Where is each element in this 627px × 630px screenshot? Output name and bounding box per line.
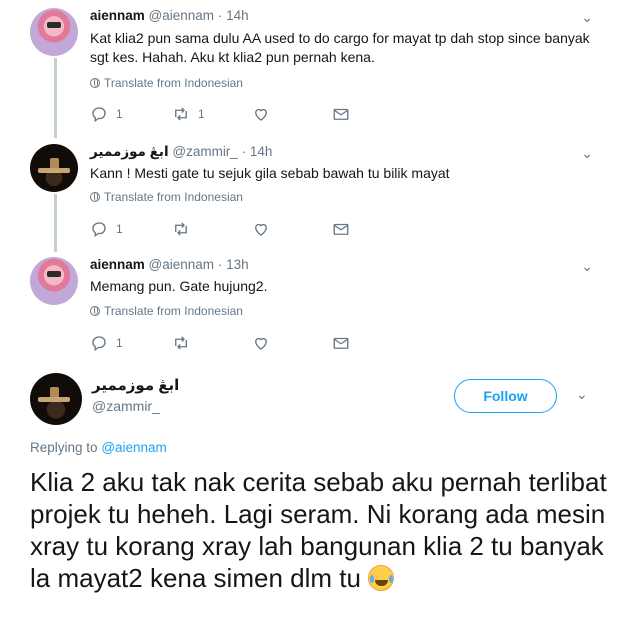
focal-tweet-text: Klia 2 aku tak nak cerita sebab aku pern… (30, 466, 610, 594)
message-button[interactable] (332, 334, 350, 352)
replying-to-link[interactable]: @aiennam (101, 440, 167, 455)
reply-tweet[interactable]: ابڠ موزممير @zammir_ · 14h ⌄ Kann ! Mest… (0, 138, 627, 252)
focal-text-body: Klia 2 aku tak nak cerita sebab aku pern… (30, 467, 607, 593)
translate-link[interactable]: Translate from Indonesian (90, 76, 243, 90)
retweet-icon (175, 107, 187, 121)
like-button[interactable] (252, 220, 270, 238)
tweet-actions: 1 (90, 220, 390, 238)
retweet-icon (175, 336, 187, 350)
chevron-down-icon[interactable]: ⌄ (581, 145, 593, 162)
reply-button[interactable]: 1 (90, 220, 123, 238)
handle[interactable]: @zammir_ (92, 398, 160, 414)
display-name[interactable]: aiennam (90, 257, 145, 272)
tweet-header: aiennam @aiennam · 14h (90, 8, 249, 23)
heart-icon (255, 223, 267, 236)
reply-tweet[interactable]: aiennam @aiennam · 14h ⌄ Kat klia2 pun s… (0, 0, 627, 138)
tweet-header: ابڠ موزممير @zammir_ · 14h (90, 144, 272, 160)
translate-label: Translate from Indonesian (104, 304, 243, 318)
reply-icon (92, 336, 106, 352)
avatar[interactable] (30, 144, 78, 192)
timestamp[interactable]: 13h (226, 257, 249, 272)
tweet-text: Kann ! Mesti gate tu sejuk gila sebab ba… (90, 165, 450, 181)
separator: · (217, 8, 223, 23)
translate-label: Translate from Indonesian (104, 190, 243, 204)
like-button[interactable] (252, 334, 270, 352)
retweet-count: 1 (198, 107, 205, 121)
display-name[interactable]: ابڠ موزممير (90, 144, 169, 159)
avatar[interactable] (30, 8, 78, 56)
envelope-icon (333, 223, 349, 235)
tweet-actions: 1 (90, 334, 390, 352)
tears-of-joy-emoji (368, 565, 395, 591)
retweet-button[interactable]: 1 (172, 105, 205, 123)
handle[interactable]: @aiennam (149, 8, 215, 23)
globe-icon (90, 192, 100, 202)
reply-button[interactable]: 1 (90, 105, 123, 123)
translate-link[interactable]: Translate from Indonesian (90, 304, 243, 318)
message-button[interactable] (332, 220, 350, 238)
reply-count: 1 (116, 336, 123, 350)
tweet-text: Memang pun. Gate hujung2. (90, 278, 268, 294)
reply-count: 1 (116, 107, 123, 121)
chevron-down-icon[interactable]: ⌄ (581, 258, 593, 275)
tweet-actions: 1 1 (90, 105, 390, 123)
avatar[interactable] (30, 373, 82, 425)
timestamp[interactable]: 14h (226, 8, 249, 23)
replying-to: Replying to @aiennam (30, 440, 167, 455)
message-button[interactable] (332, 105, 350, 123)
envelope-icon (333, 108, 349, 120)
handle[interactable]: @aiennam (149, 257, 215, 272)
retweet-button[interactable] (172, 220, 190, 238)
display-name[interactable]: aiennam (90, 8, 145, 23)
separator: · (217, 257, 223, 272)
tweet-header: aiennam @aiennam · 13h (90, 257, 249, 272)
handle[interactable]: @zammir_ (172, 144, 237, 159)
heart-icon (255, 108, 267, 121)
like-button[interactable] (252, 105, 270, 123)
globe-icon (90, 78, 100, 88)
reply-icon (92, 222, 106, 238)
globe-icon (90, 306, 100, 316)
tweet-text: Kat klia2 pun sama dulu AA used to do ca… (90, 30, 590, 65)
reply-count: 1 (116, 222, 123, 236)
avatar[interactable] (30, 257, 78, 305)
reply-icon (92, 107, 106, 123)
replying-prefix: Replying to (30, 440, 98, 455)
display-name[interactable]: ابڠ موزممير (92, 376, 179, 394)
translate-link[interactable]: Translate from Indonesian (90, 190, 243, 204)
translate-label: Translate from Indonesian (104, 76, 243, 90)
reply-button[interactable]: 1 (90, 334, 123, 352)
reply-tweet[interactable]: aiennam @aiennam · 13h ⌄ Memang pun. Gat… (0, 252, 627, 362)
chevron-down-icon[interactable]: ⌄ (581, 9, 593, 26)
envelope-icon (333, 337, 349, 349)
separator: · (241, 144, 247, 159)
chevron-down-icon[interactable]: ⌄ (576, 386, 588, 403)
timestamp[interactable]: 14h (250, 144, 273, 159)
retweet-button[interactable] (172, 334, 190, 352)
retweet-icon (175, 222, 187, 236)
heart-icon (255, 337, 267, 350)
follow-button[interactable]: Follow (454, 379, 557, 413)
